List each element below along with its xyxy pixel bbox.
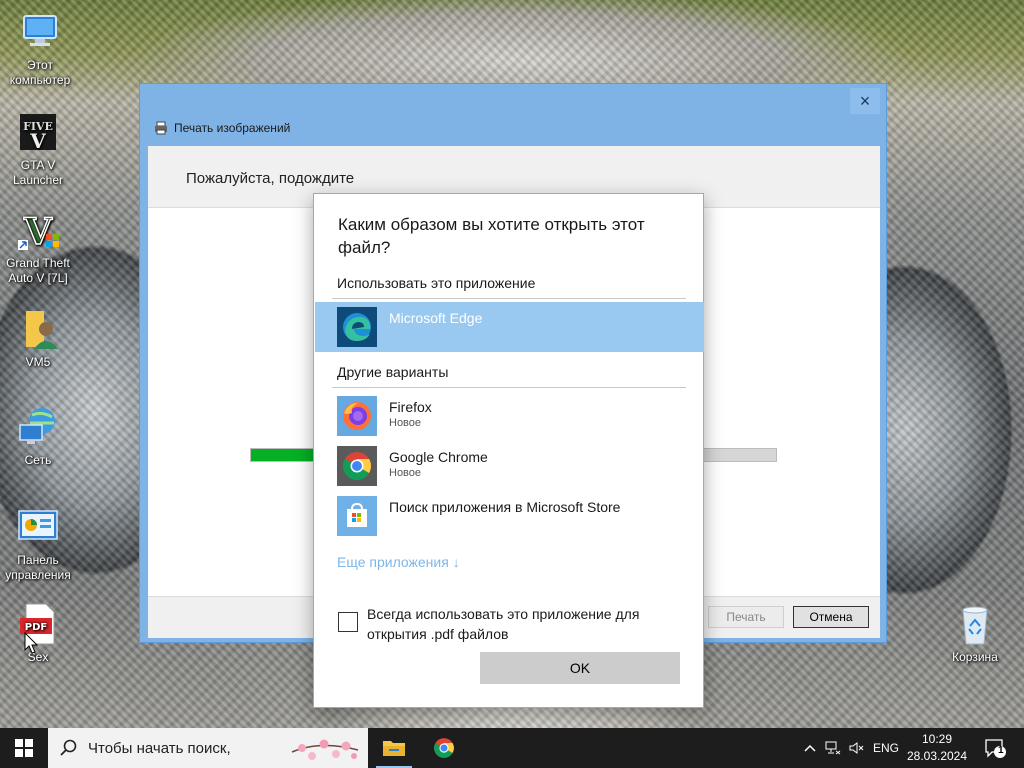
taskbar-search-box[interactable]: Чтобы начать поиск, bbox=[48, 728, 368, 768]
desktop-icon-label: Этот компьютер bbox=[9, 58, 71, 87]
chrome-icon bbox=[434, 738, 454, 758]
firefox-icon bbox=[337, 396, 377, 436]
desktop-icon-pdf[interactable]: PDF Sex bbox=[0, 602, 76, 665]
notifications-button[interactable]: 1 bbox=[980, 728, 1010, 768]
desktop-icon-vm5[interactable]: VM5 bbox=[0, 307, 76, 370]
gta-launcher-icon: FIVE V bbox=[16, 110, 60, 154]
dialog-question: Каким образом вы хотите открыть этот фай… bbox=[338, 215, 645, 257]
ok-button[interactable]: OK bbox=[480, 652, 680, 684]
computer-icon bbox=[18, 10, 62, 54]
desktop-icon-control-panel[interactable]: Панель управления bbox=[0, 505, 76, 583]
clock-date: 28.03.2024 bbox=[906, 749, 968, 763]
notification-count: 1 bbox=[998, 745, 1004, 756]
pdf-file-icon: PDF bbox=[16, 602, 60, 646]
clock-time: 10:29 bbox=[921, 732, 953, 746]
status-text: Пожалуйста, подождите bbox=[186, 170, 355, 187]
language-indicator[interactable]: ENG bbox=[870, 728, 902, 768]
start-button[interactable] bbox=[0, 728, 48, 768]
desktop-icon-label: GTA V Launcher bbox=[12, 158, 64, 187]
desktop-icon-label: VM5 bbox=[25, 355, 51, 369]
user-folder-icon bbox=[16, 307, 60, 351]
section-divider bbox=[332, 298, 686, 299]
desktop-icon-recycle-bin[interactable]: Корзина bbox=[937, 602, 1013, 665]
volume-muted-icon[interactable] bbox=[846, 728, 868, 768]
app-option-microsoft-store[interactable]: Поиск приложения в Microsoft Store bbox=[315, 491, 704, 541]
windows-logo-icon bbox=[15, 739, 33, 757]
open-with-dialog: Каким образом вы хотите открыть этот фай… bbox=[313, 193, 704, 708]
print-button-label: Печать bbox=[726, 610, 766, 624]
desktop-icon-network[interactable]: Сеть bbox=[0, 405, 76, 468]
window-title: Печать изображений bbox=[154, 121, 290, 135]
taskbar-app-chrome[interactable] bbox=[420, 728, 468, 768]
app-badge-new: Новое bbox=[389, 467, 422, 479]
other-options-heading: Другие варианты bbox=[337, 364, 449, 380]
print-button[interactable]: Печать bbox=[708, 606, 784, 628]
app-option-firefox[interactable]: Firefox Новое bbox=[315, 391, 704, 441]
network-status-icon[interactable] bbox=[822, 728, 844, 768]
progress-fill bbox=[251, 449, 320, 461]
svg-text:V: V bbox=[29, 129, 46, 153]
search-icon bbox=[60, 739, 77, 756]
desktop-icon-label: Панель управления bbox=[5, 553, 71, 582]
edge-icon bbox=[337, 307, 377, 347]
app-name: Microsoft Edge bbox=[389, 310, 483, 326]
section-divider bbox=[332, 387, 686, 388]
desktop-icon-gta-launcher[interactable]: FIVE V GTA V Launcher bbox=[0, 110, 76, 188]
taskbar-app-file-explorer[interactable] bbox=[370, 728, 418, 768]
desktop-icon-label: Сеть bbox=[24, 453, 52, 467]
folder-icon bbox=[383, 741, 405, 756]
search-placeholder: Чтобы начать поиск, bbox=[88, 739, 231, 757]
clock[interactable]: 10:29 28.03.2024 bbox=[904, 731, 970, 765]
gta-v-icon: V bbox=[16, 208, 60, 254]
ok-button-label: OK bbox=[569, 660, 591, 676]
always-use-label: Всегда использовать это приложение для о… bbox=[367, 606, 640, 642]
window-close-button[interactable]: × bbox=[850, 88, 880, 114]
printer-icon bbox=[155, 121, 167, 135]
network-icon bbox=[16, 405, 60, 449]
more-apps-link[interactable]: Еще приложения ↓ bbox=[337, 554, 460, 570]
mouse-cursor-icon bbox=[24, 631, 39, 657]
desktop-icon-label: Grand Theft Auto V [7L] bbox=[6, 256, 70, 285]
desktop-icon-this-pc[interactable]: Этот компьютер bbox=[2, 10, 78, 88]
cancel-button[interactable]: Отмена bbox=[793, 606, 869, 628]
desktop-icon-label: Корзина bbox=[952, 650, 998, 664]
app-option-microsoft-edge[interactable]: Microsoft Edge bbox=[315, 302, 704, 352]
desktop-icon-label: Sex bbox=[27, 650, 49, 664]
cancel-button-label: Отмена bbox=[809, 610, 853, 624]
app-name: Firefox bbox=[389, 399, 432, 415]
use-app-heading: Использовать это приложение bbox=[337, 275, 536, 291]
control-panel-icon bbox=[16, 505, 60, 549]
app-badge-new: Новое bbox=[389, 417, 422, 429]
tray-overflow-chevron-icon[interactable] bbox=[800, 728, 820, 768]
window-title-text: Печать изображений bbox=[174, 121, 291, 135]
taskbar: Чтобы начать поиск, ENG 10:29 28.03.2024… bbox=[0, 728, 1024, 768]
store-icon bbox=[337, 496, 377, 536]
language-label: ENG bbox=[872, 741, 899, 755]
always-use-checkbox[interactable] bbox=[338, 612, 358, 632]
close-icon: × bbox=[859, 90, 871, 111]
cherry-blossom-icon bbox=[291, 739, 359, 760]
chrome-icon bbox=[337, 446, 377, 486]
desktop-icon-gta-v[interactable]: V Grand Theft Auto V [7L] bbox=[0, 208, 76, 286]
recycle-bin-icon bbox=[953, 602, 997, 646]
app-name: Google Chrome bbox=[389, 449, 488, 465]
app-option-google-chrome[interactable]: Google Chrome Новое bbox=[315, 441, 704, 491]
app-name: Поиск приложения в Microsoft Store bbox=[389, 499, 621, 515]
